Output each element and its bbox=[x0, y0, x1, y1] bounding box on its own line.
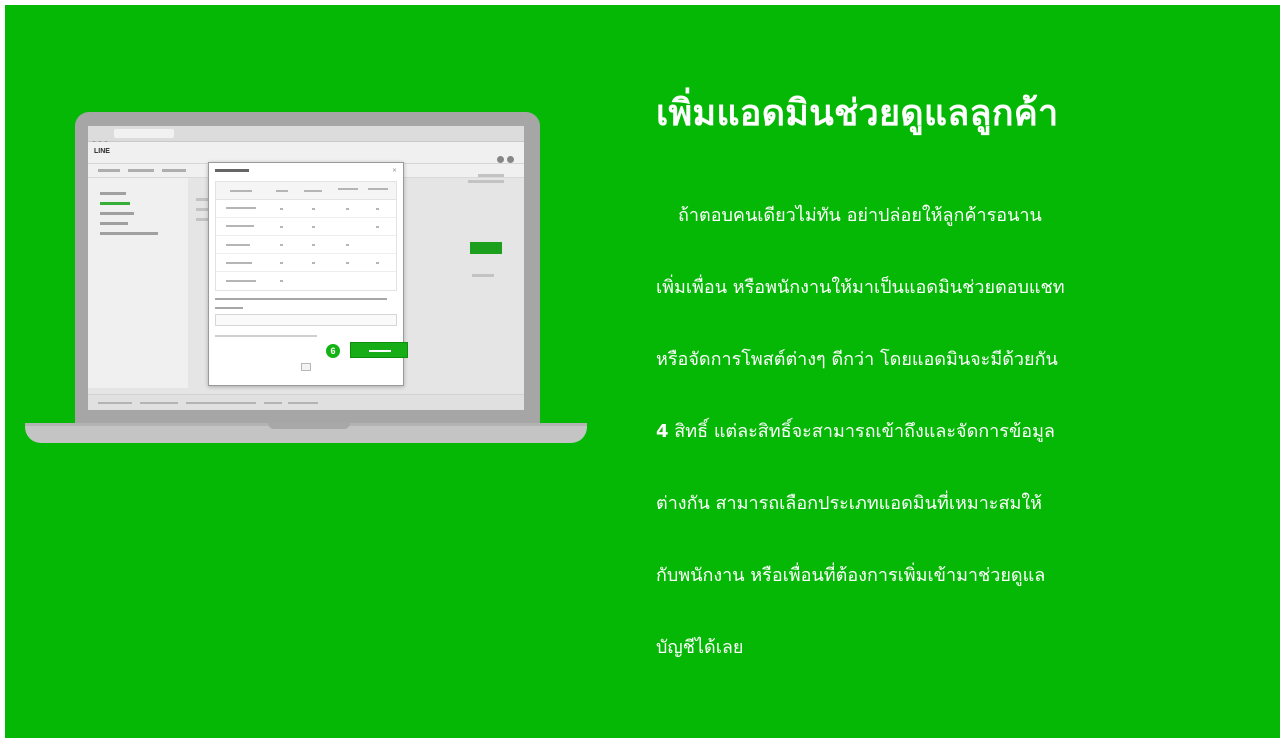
permission-table-header bbox=[216, 182, 396, 200]
permission-row bbox=[216, 218, 396, 236]
callout-green-button bbox=[350, 342, 408, 358]
permission-row bbox=[216, 236, 396, 254]
permission-row bbox=[216, 254, 396, 272]
modal-field-label bbox=[215, 307, 243, 309]
description-line-rest: สิทธิ์ แต่ละสิทธิ์จะสามารถเข้าถึงและจัดก… bbox=[668, 421, 1055, 442]
modal-title bbox=[215, 169, 249, 172]
admin-type-select bbox=[215, 314, 397, 326]
description-line: กับพนักงาน หรือเพื่อนที่ต้องการเพิ่มเข้า… bbox=[656, 565, 1046, 586]
browser-bar bbox=[88, 126, 524, 145]
description-line: ถ้าตอบคนเดียวไม่ทัน อย่าปล่อยให้ลูกค้ารอ… bbox=[678, 205, 1042, 226]
laptop-screen: LINE × bbox=[88, 126, 524, 410]
description-line: เพิ่มเพื่อน หรือพนักงานให้มาเป็นแอดมินช่… bbox=[656, 277, 1065, 298]
step-number-badge: 6 bbox=[324, 342, 342, 360]
modal-ok-button bbox=[301, 363, 311, 371]
permission-row bbox=[216, 272, 396, 290]
description: ถ้าตอบคนเดียวไม่ทัน อย่าปล่อยให้ลูกค้ารอ… bbox=[656, 162, 1241, 702]
laptop-notch bbox=[268, 423, 350, 429]
description-line: ต่างกัน สามารถเลือกประเภทแอดมินที่เหมาะส… bbox=[656, 493, 1042, 514]
permission-table bbox=[215, 181, 397, 291]
modal-note bbox=[215, 298, 387, 300]
modal-link bbox=[215, 335, 317, 337]
description-line: หรือจัดการโพสต์ต่างๆ ดีกว่า โดยแอดมินจะม… bbox=[656, 349, 1058, 370]
admin-count: 4 bbox=[656, 421, 669, 442]
close-icon: × bbox=[391, 167, 397, 174]
browser-tab bbox=[114, 129, 174, 138]
description-line: 4 สิทธิ์ แต่ละสิทธิ์จะสามารถเข้าถึงและจั… bbox=[656, 414, 1241, 450]
description-line: บัญชีได้เลย bbox=[656, 637, 744, 658]
permission-row bbox=[216, 200, 396, 218]
headline: เพิ่มแอดมินช่วยดูแลลูกค้า bbox=[656, 93, 1059, 134]
